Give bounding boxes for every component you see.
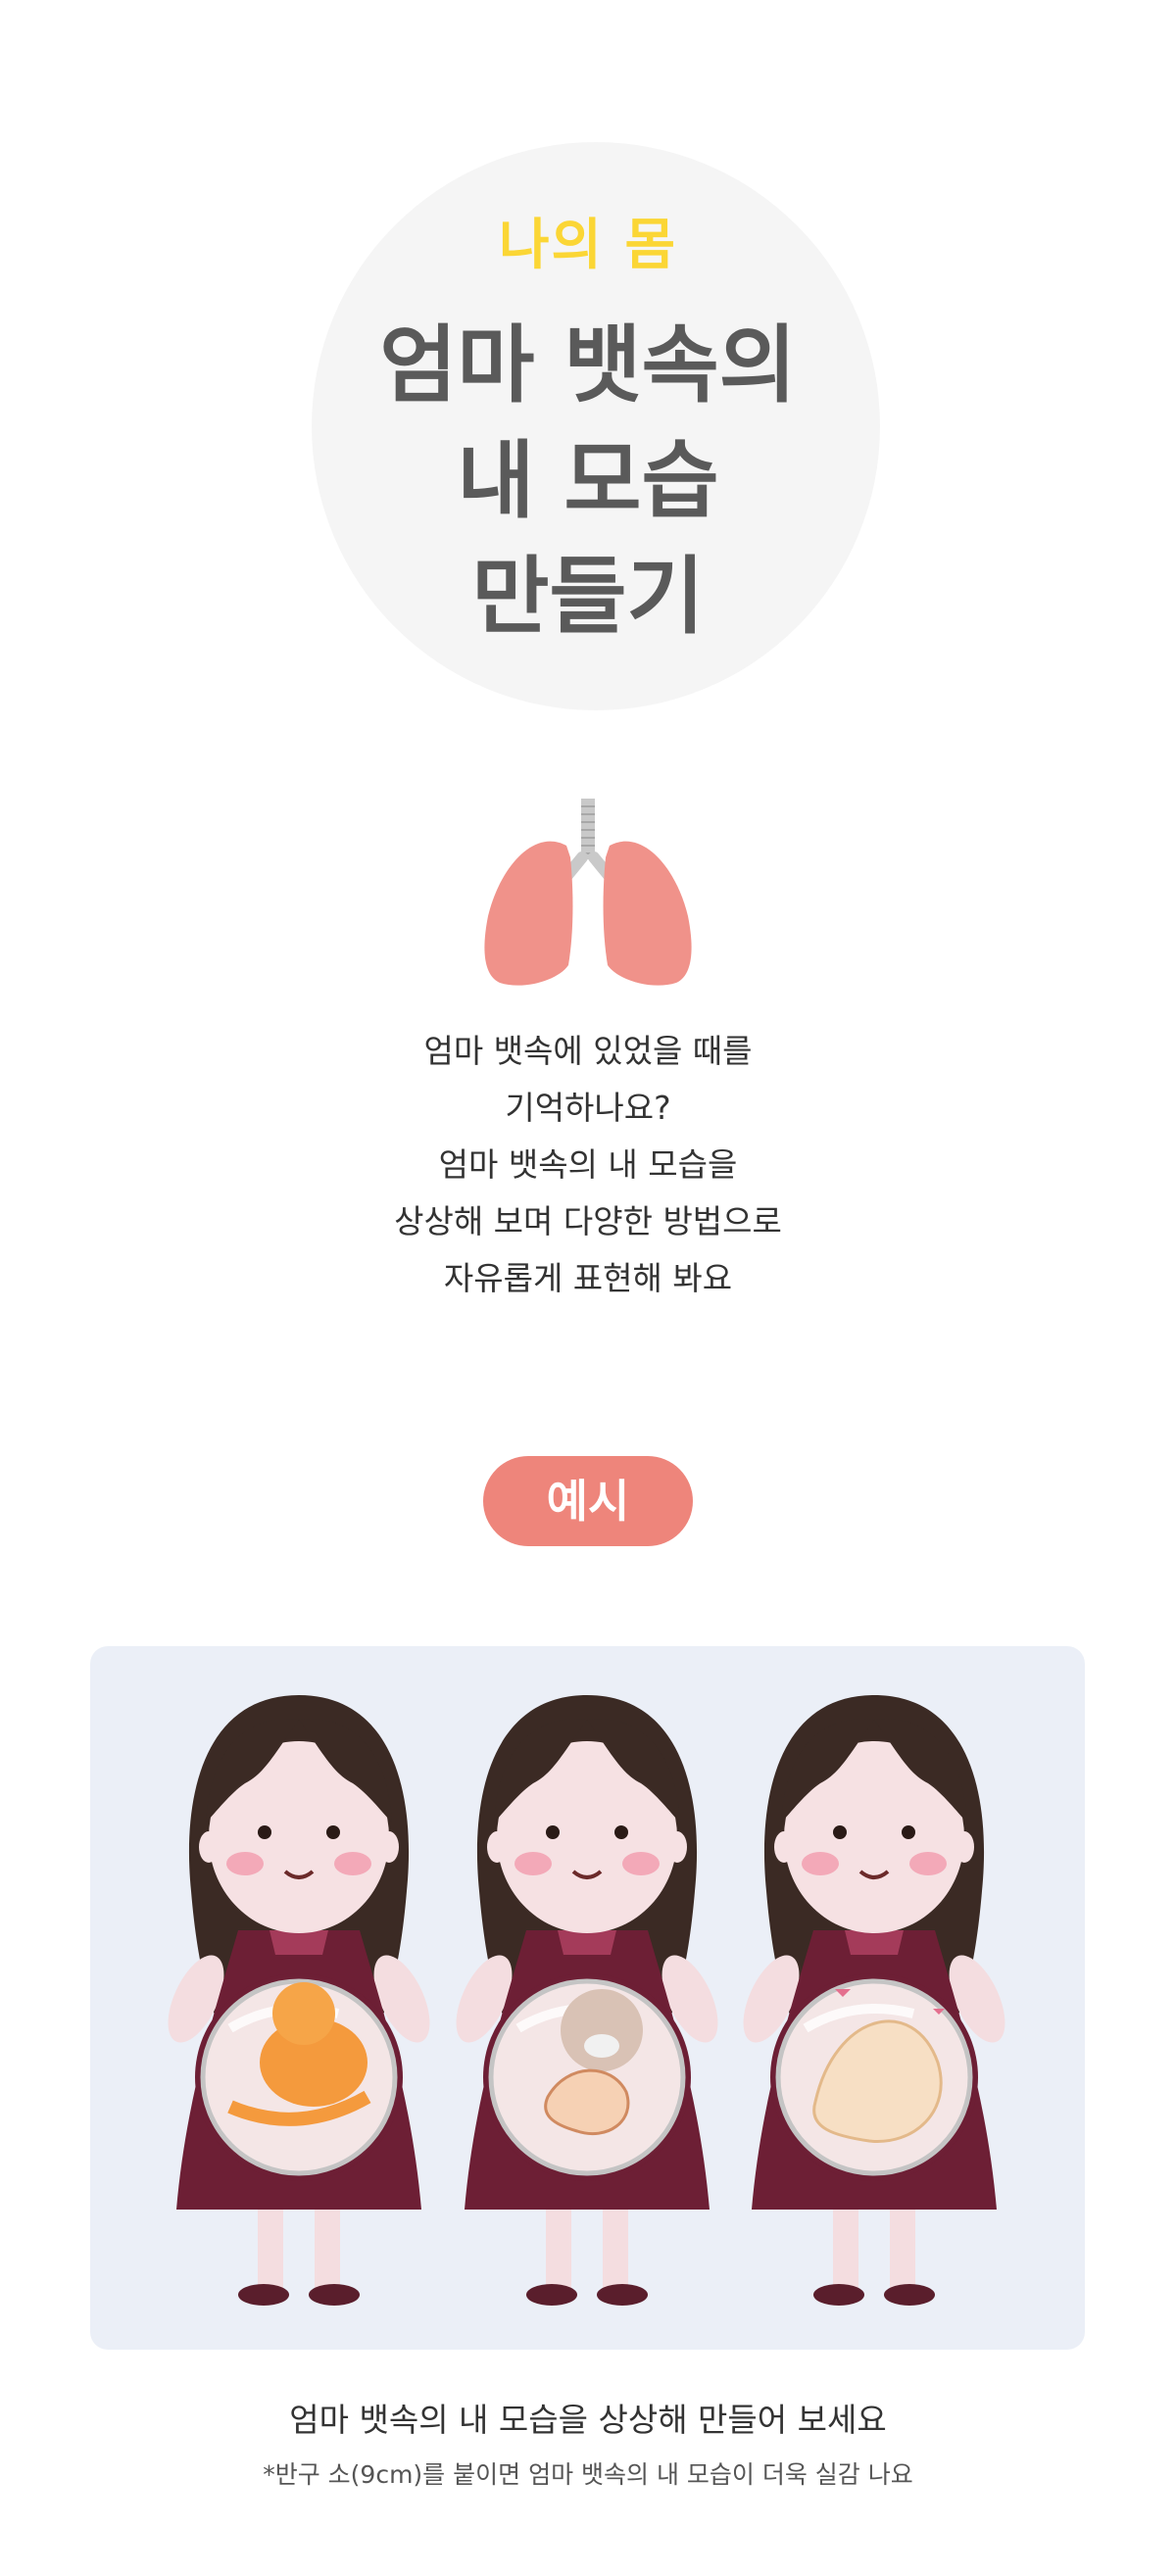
example-badge: 예시 [483,1456,693,1546]
description-line-3: 엄마 뱃속의 내 모습을 [438,1145,738,1184]
lungs-icon [484,799,692,986]
example-photo [90,1646,1085,2350]
page-title-line-2: 내 모습 [457,432,719,530]
description-line-4: 상상해 보며 다양한 방법으로 [394,1202,782,1240]
page-title-line-1: 엄마 뱃속의 [379,316,797,414]
description-line-2: 기억하나요? [505,1089,671,1127]
description-line-5: 자유롭게 표현해 봐요 [443,1259,733,1297]
page-title-line-3: 만들기 [471,548,705,646]
example-caption: 엄마 뱃속의 내 모습을 상상해 만들어 보세요 [289,2401,887,2439]
example-note: *반구 소(9cm)를 붙이면 엄마 뱃속의 내 모습이 더욱 실감 나요 [263,2460,913,2489]
description-line-1: 엄마 뱃속에 있었을 때를 [423,1032,753,1070]
section-label: 나의 몸 [498,214,678,277]
